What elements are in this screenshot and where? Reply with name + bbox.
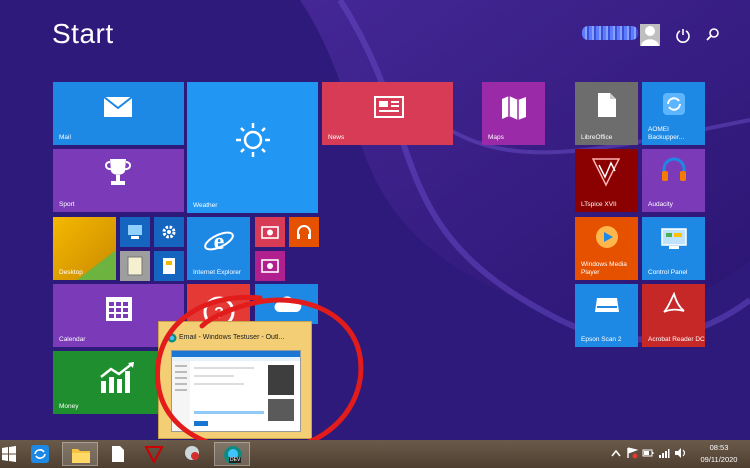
media-player-icon [596,226,618,248]
tile-small-music[interactable] [289,217,319,247]
mail-icon [103,96,133,117]
tile-label: Epson Scan 2 [581,335,622,343]
tile-small-library[interactable] [154,251,184,281]
tile-maps[interactable]: Maps [482,82,545,145]
backup-icon [31,445,49,463]
tile-small-settings[interactable] [154,217,184,247]
tile-label: AOMEI Backupper... [648,126,685,141]
start-title: Start [52,18,114,49]
user-avatar[interactable] [640,24,660,46]
battery-icon[interactable] [642,447,654,459]
control-panel-icon [661,228,687,249]
document-icon [127,256,143,276]
tile-windows-media-player[interactable]: Windows Media Player [575,217,638,280]
taskbar-libreoffice[interactable] [102,442,134,466]
tile-label: Control Panel [648,268,688,276]
tile-weather[interactable]: Weather [187,82,318,213]
power-icon[interactable] [675,27,691,43]
tile-label: Audacity [648,200,673,208]
network-signal-icon[interactable] [658,447,670,459]
tile-label: Desktop [59,268,83,276]
trophy-icon [105,159,131,185]
tile-audacity[interactable]: Audacity [642,149,705,212]
tile-label: Money [59,402,79,410]
taskbar-file-explorer[interactable] [62,442,98,466]
audacity-icon [662,157,686,181]
tile-control-panel[interactable]: Control Panel [642,217,705,280]
camera-icon [261,226,279,239]
library-icon [163,258,175,274]
tile-label: LibreOffice [581,133,613,141]
sun-icon [236,123,270,157]
tile-epson-scan[interactable]: Epson Scan 2 [575,284,638,347]
taskbar-media-app[interactable] [176,442,208,466]
ltspice-icon [591,158,621,187]
edge-dev-badge: DEV [229,457,242,463]
svg-text:e: e [214,229,225,255]
tile-desktop[interactable]: Desktop [53,217,116,280]
ltspice-icon [144,446,164,463]
tile-small-files[interactable] [120,251,150,281]
tile-label: Mail [59,133,71,141]
map-icon [502,96,526,120]
tile-label: Internet Explorer [193,268,242,276]
tile-label: News [328,133,345,141]
scanner-icon [595,298,619,312]
tile-label: Sport [59,200,75,208]
tile-ltspice[interactable]: LTspice XVII [575,149,638,212]
gear-icon [162,225,176,239]
news-icon [374,96,404,118]
taskbar-aomei[interactable] [24,442,56,466]
tile-sport[interactable]: Sport [53,149,184,212]
document-icon [112,446,124,462]
tile-small-computer[interactable] [120,217,150,247]
folder-icon [72,449,90,463]
windows-start-icon[interactable] [2,445,16,463]
volume-icon[interactable] [674,447,686,459]
media-app-icon [185,446,199,460]
clock-date[interactable]: 09/11/2020 [694,455,744,464]
tile-label: Weather [193,201,218,209]
tile-label: Windows Media Player [581,261,627,276]
tile-aomei[interactable]: AOMEI Backupper... [642,82,705,145]
tile-libreoffice[interactable]: LibreOffice [575,82,638,145]
tile-label: LTspice XVII [581,200,617,208]
tile-acrobat-reader[interactable]: Acrobat Reader DC [642,284,705,347]
photo-icon [261,259,279,273]
tile-mail[interactable]: Mail [53,82,184,145]
action-center-flag-icon[interactable] [626,447,638,459]
show-hidden-icons-chevron-icon[interactable] [611,449,621,457]
tile-label: Calendar [59,335,86,343]
search-icon[interactable] [705,27,721,43]
taskbar-edge-dev[interactable]: DEV [214,442,250,466]
chart-growth-icon [100,362,134,393]
document-icon [598,93,616,117]
backup-icon [663,93,685,115]
clock-time[interactable]: 08:53 [694,443,744,452]
tile-small-photos[interactable] [255,251,285,281]
tile-internet-explorer[interactable]: e Internet Explorer [187,217,250,280]
headphones-icon [297,225,311,239]
computer-icon [128,225,142,239]
internet-explorer-icon: e [204,229,234,255]
taskbar-ltspice[interactable] [138,442,170,466]
acrobat-icon [663,292,685,313]
tile-small-camera[interactable] [255,217,285,247]
tile-news[interactable]: News [322,82,453,145]
calendar-icon [106,297,132,321]
tile-label: Maps [488,133,504,141]
tile-label: Acrobat Reader DC [648,335,705,343]
user-name-obscured[interactable] [582,26,638,40]
